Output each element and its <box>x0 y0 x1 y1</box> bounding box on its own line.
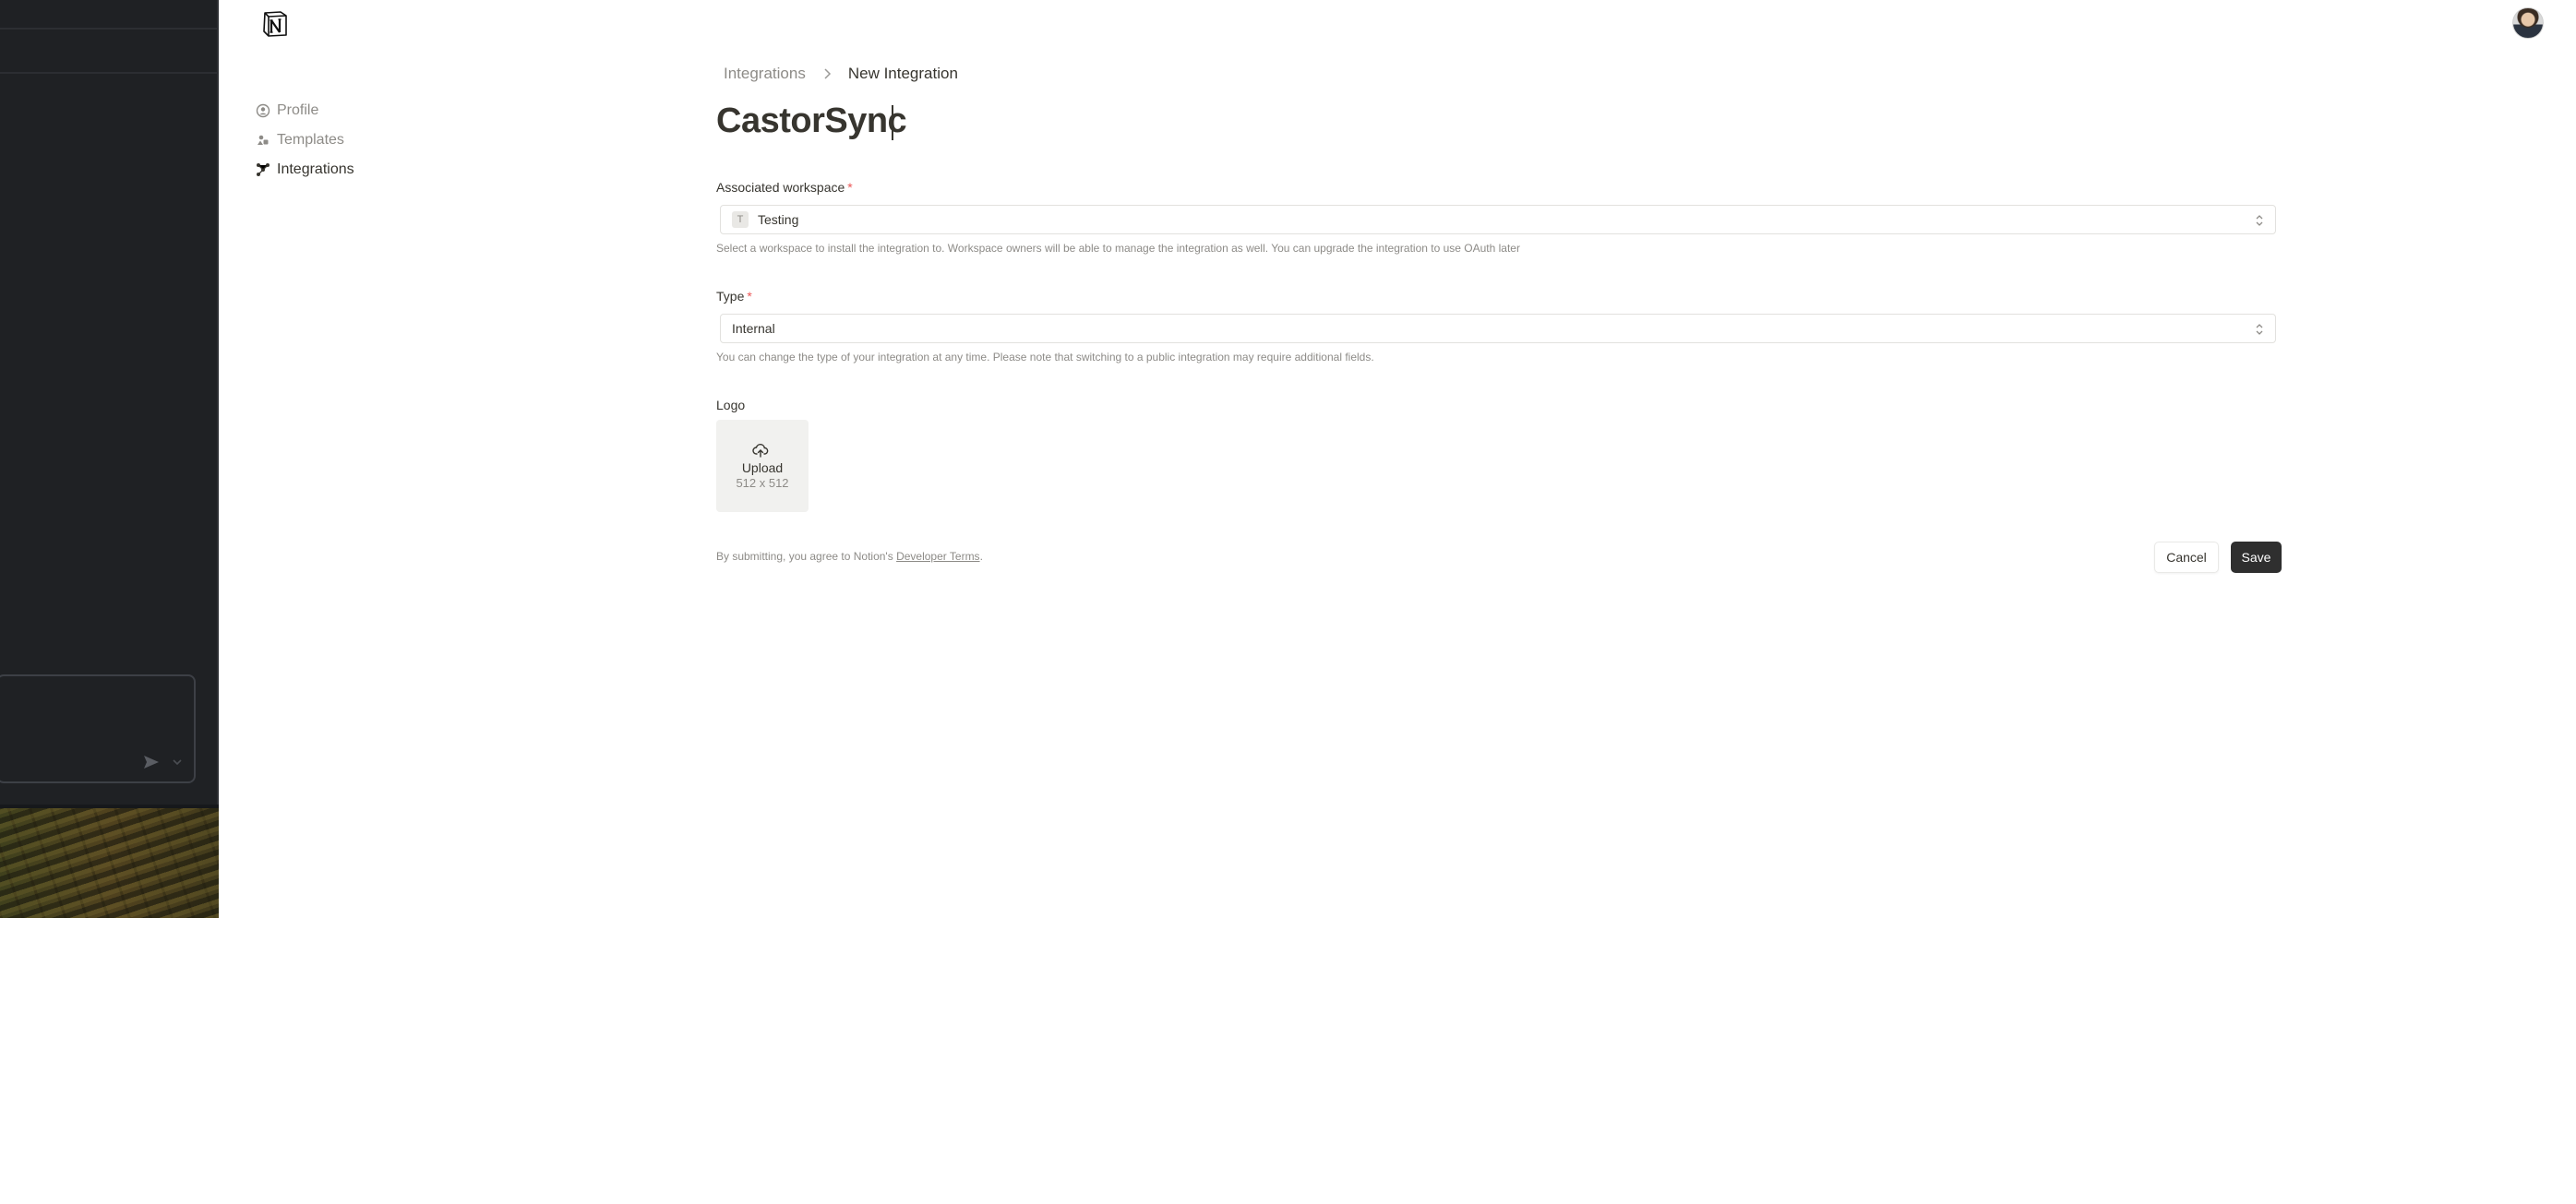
logo-upload-button[interactable]: Upload 512 x 512 <box>716 420 809 512</box>
logo-field-label: Logo <box>716 398 746 412</box>
terms-text: By submitting, you agree to Notion's Dev… <box>716 550 983 563</box>
type-select-value: Internal <box>732 321 775 336</box>
save-button[interactable]: Save <box>2231 542 2282 573</box>
nav-item-label: Integrations <box>277 161 354 177</box>
send-icon[interactable] <box>140 751 162 773</box>
select-updown-icon <box>2256 215 2263 226</box>
notion-logo-icon[interactable] <box>260 9 290 39</box>
workspace-select[interactable]: T Testing <box>720 205 2276 234</box>
nav-item-label: Templates <box>277 132 344 148</box>
landscape-image <box>0 808 219 918</box>
background-window-panel <box>0 0 219 918</box>
workspace-badge: T <box>732 211 749 228</box>
panel-border <box>217 0 219 918</box>
integration-name-input[interactable] <box>716 98 1270 144</box>
breadcrumb-current: New Integration <box>847 65 958 82</box>
workspace-help-text: Select a workspace to install the integr… <box>716 242 1520 255</box>
workspace-select-value: Testing <box>758 212 799 227</box>
panel-divider <box>0 28 219 30</box>
integrations-icon <box>255 161 271 178</box>
type-select[interactable]: Internal <box>720 314 2276 343</box>
type-help-text: You can change the type of your integrat… <box>716 351 1374 364</box>
upload-size-hint: 512 x 512 <box>736 476 789 490</box>
chevron-right-icon <box>821 67 833 80</box>
message-input-box[interactable] <box>0 674 196 783</box>
workspace-label-text: Associated workspace <box>716 180 845 195</box>
nav-item-label: Profile <box>277 102 319 118</box>
breadcrumb-integrations-link[interactable]: Integrations <box>724 65 806 83</box>
profile-icon <box>255 102 271 119</box>
upload-label: Upload <box>741 460 784 475</box>
developer-terms-link[interactable]: Developer Terms <box>896 550 979 563</box>
text-cursor <box>892 105 893 140</box>
templates-icon <box>255 132 271 149</box>
workspace-field-label: Associated workspace * <box>716 180 853 195</box>
type-label-text: Type <box>716 289 745 304</box>
required-marker: * <box>847 180 853 195</box>
cancel-button[interactable]: Cancel <box>2154 542 2219 573</box>
chevron-down-icon[interactable] <box>170 755 185 769</box>
terms-suffix: . <box>979 550 983 563</box>
upload-cloud-icon <box>752 444 769 458</box>
type-field-label: Type * <box>716 289 752 304</box>
breadcrumb: Integrations New Integration <box>724 65 958 83</box>
required-marker: * <box>747 289 752 304</box>
user-avatar[interactable] <box>2512 7 2544 39</box>
nav-item-templates[interactable]: Templates <box>255 125 354 155</box>
terms-prefix: By submitting, you agree to Notion's <box>716 550 893 563</box>
panel-divider <box>0 72 219 74</box>
settings-nav: Profile Templates Integrations <box>255 96 354 185</box>
nav-item-integrations[interactable]: Integrations <box>255 155 354 185</box>
select-updown-icon <box>2256 324 2263 335</box>
nav-item-profile[interactable]: Profile <box>255 96 354 125</box>
